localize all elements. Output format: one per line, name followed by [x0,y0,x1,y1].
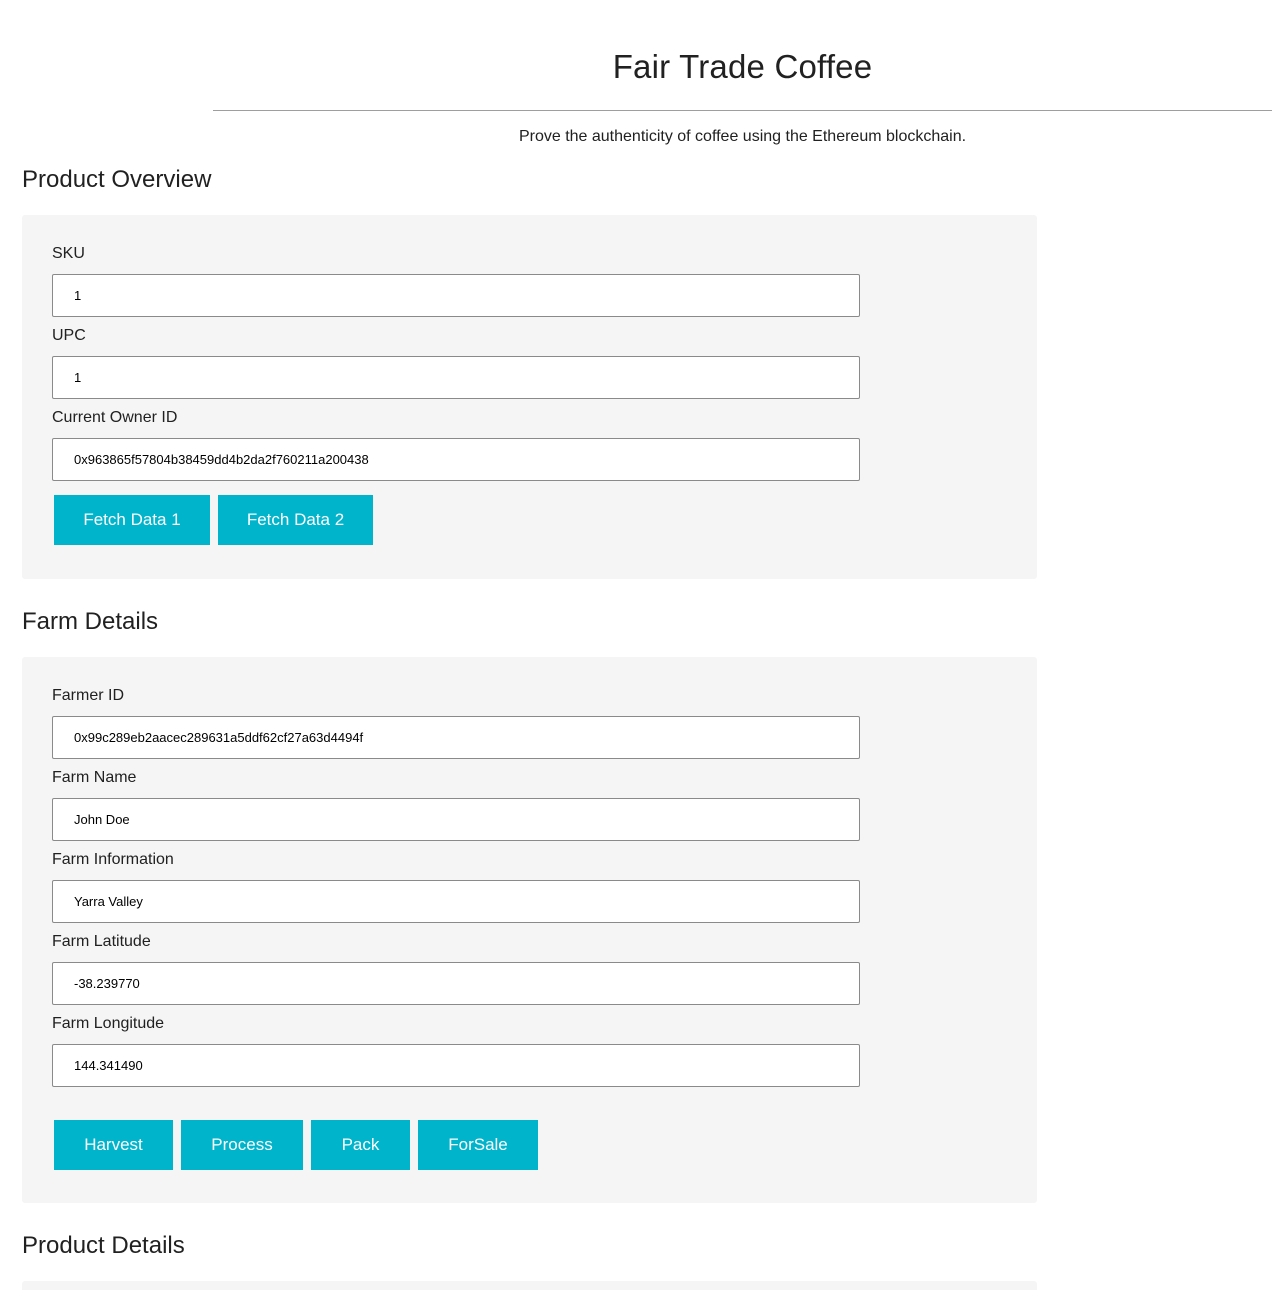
process-button[interactable]: Process [181,1120,303,1170]
farmer-id-input[interactable] [52,716,860,759]
farm-information-label: Farm Information [52,851,174,868]
product-overview-panel: SKU UPC Current Owner ID Fetch Data 1 Fe… [22,215,1037,579]
farm-longitude-input[interactable] [52,1044,860,1087]
owner-id-label: Current Owner ID [52,409,178,426]
fetch-data-2-button[interactable]: Fetch Data 2 [218,495,373,545]
farm-details-heading: Farm Details [22,608,159,635]
farm-latitude-label: Farm Latitude [52,933,151,950]
owner-id-input[interactable] [52,438,860,481]
farm-latitude-input[interactable] [52,962,860,1005]
product-overview-heading: Product Overview [22,166,212,193]
product-details-heading: Product Details [22,1232,185,1259]
page-subtitle: Prove the authenticity of coffee using t… [518,128,967,145]
upc-input[interactable] [52,356,860,399]
forsale-button[interactable]: ForSale [418,1120,538,1170]
sku-label: SKU [52,245,85,262]
page-header: Fair Trade Coffee Prove the authenticity… [0,0,1272,160]
farm-information-input[interactable] [52,880,860,923]
header-divider [213,110,1272,111]
farm-longitude-label: Farm Longitude [52,1015,165,1032]
farm-details-panel: Farmer ID Farm Name Farm Information Far… [22,657,1037,1203]
farm-name-input[interactable] [52,798,860,841]
fetch-data-1-button[interactable]: Fetch Data 1 [54,495,210,545]
farm-name-label: Farm Name [52,769,137,786]
farmer-id-label: Farmer ID [52,687,124,704]
harvest-button[interactable]: Harvest [54,1120,173,1170]
upc-label: UPC [52,327,86,344]
product-details-panel [22,1281,1037,1290]
page-title: Fair Trade Coffee [612,48,873,85]
pack-button[interactable]: Pack [311,1120,410,1170]
sku-input[interactable] [52,274,860,317]
